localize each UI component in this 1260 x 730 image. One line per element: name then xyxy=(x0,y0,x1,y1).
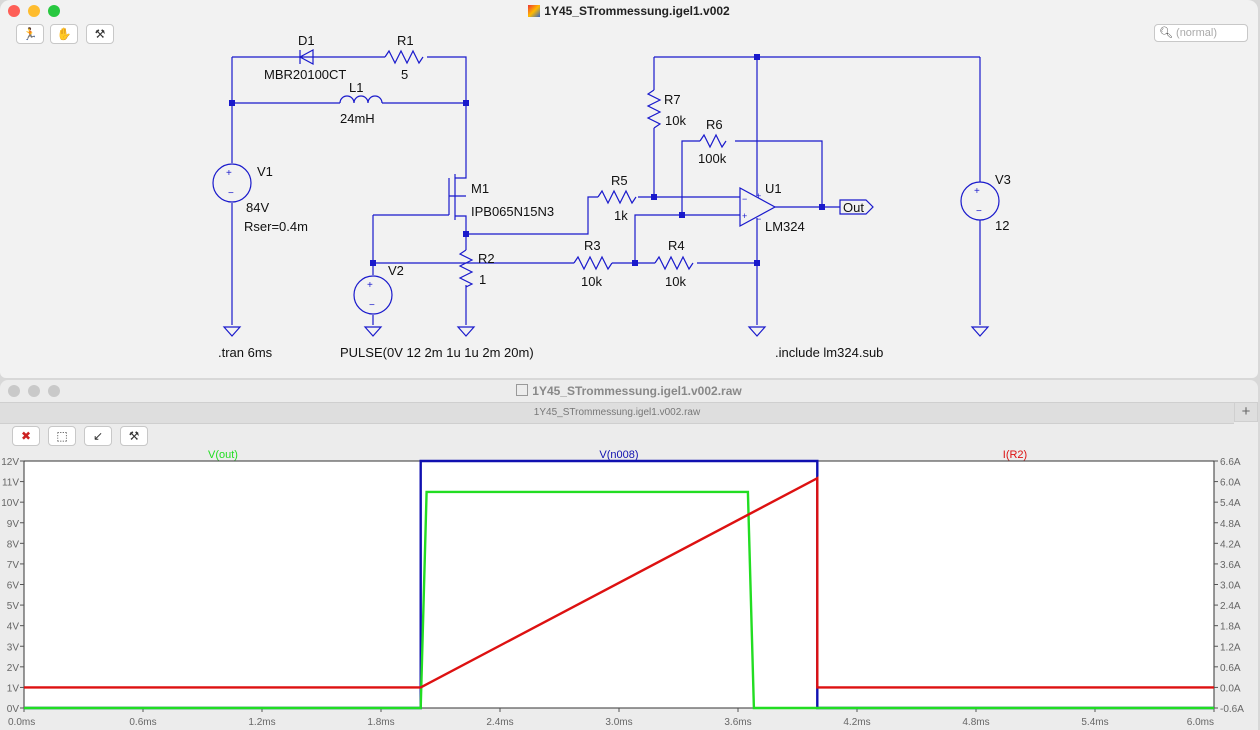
l1-value[interactable]: 24mH xyxy=(340,111,375,126)
v1-rser[interactable]: Rser=0.4m xyxy=(244,219,308,234)
y-left-tick-label: 12V xyxy=(1,457,19,468)
y-left-tick-label: 0V xyxy=(7,704,20,715)
r4-name[interactable]: R4 xyxy=(668,238,685,253)
r6-value[interactable]: 100k xyxy=(698,151,727,166)
y-left-tick-label: 6V xyxy=(7,581,20,592)
x-tick-label: 0.0ms xyxy=(8,717,35,728)
svg-text:−: − xyxy=(742,194,747,204)
x-tick-label: 2.4ms xyxy=(486,717,513,728)
y-left-tick-label: 7V xyxy=(7,560,20,571)
svg-text:−: − xyxy=(369,300,375,311)
x-tick-label: 1.8ms xyxy=(367,717,394,728)
v3-value[interactable]: 12 xyxy=(995,218,1009,233)
r2-value[interactable]: 1 xyxy=(479,272,486,287)
y-left-tick-label: 1V xyxy=(7,683,20,694)
y-left-tick-label: 8V xyxy=(7,539,20,550)
r1-value[interactable]: 5 xyxy=(401,67,408,82)
v3-name[interactable]: V3 xyxy=(995,172,1011,187)
y-left-tick-label: 3V xyxy=(7,642,20,653)
svg-text:+: + xyxy=(974,186,980,197)
x-tick-label: 1.2ms xyxy=(248,717,275,728)
v2-name[interactable]: V2 xyxy=(388,263,404,278)
y-right-tick-label: 1.8A xyxy=(1220,622,1241,633)
m1-name[interactable]: M1 xyxy=(471,181,489,196)
tran-directive[interactable]: .tran 6ms xyxy=(218,345,273,360)
y-left-tick-label: 10V xyxy=(1,498,19,509)
u1-name[interactable]: U1 xyxy=(765,181,782,196)
y-right-tick-label: 3.6A xyxy=(1220,560,1241,571)
y-right-tick-label: 4.8A xyxy=(1220,519,1241,530)
schematic-window: 1Y45_STrommessung.igel1.v002 🏃 ✋ ⚒ 🔍︎ (n… xyxy=(0,0,1258,378)
schematic-canvas[interactable]: +− +− +− +−+ − D1 MBR20100CT R1 5 L1 24mH… xyxy=(0,0,1258,378)
y-right-tick-label: 5.4A xyxy=(1220,498,1241,509)
x-tick-label: 3.0ms xyxy=(605,717,632,728)
legend-i-r2-[interactable]: I(R2) xyxy=(1003,449,1027,461)
y-right-tick-label: 6.0A xyxy=(1220,478,1241,489)
y-left-tick-label: 9V xyxy=(7,519,20,530)
r3-value[interactable]: 10k xyxy=(581,274,602,289)
svg-text:−: − xyxy=(976,206,982,217)
v1-value[interactable]: 84V xyxy=(246,200,269,215)
x-tick-label: 4.8ms xyxy=(962,717,989,728)
svg-text:−: − xyxy=(228,188,234,199)
waveform-plot[interactable]: V(out) V(n008) I(R2) 0.0ms 0.6ms 1.2ms 1.8ms 2… xyxy=(0,380,1260,730)
d1-value[interactable]: MBR20100CT xyxy=(264,67,346,82)
y-right-tick-label: 0.6A xyxy=(1220,663,1241,674)
r3-name[interactable]: R3 xyxy=(584,238,601,253)
waveform-window: 1Y45_STrommessung.igel1.v002.raw 1Y45_ST… xyxy=(0,380,1258,730)
r6-name[interactable]: R6 xyxy=(706,117,723,132)
r5-value[interactable]: 1k xyxy=(614,208,628,223)
r7-value[interactable]: 10k xyxy=(665,113,686,128)
x-tick-label: 4.2ms xyxy=(843,717,870,728)
r5-name[interactable]: R5 xyxy=(611,173,628,188)
y-right-tick-label: 1.2A xyxy=(1220,642,1241,653)
y-left-tick-label: 4V xyxy=(7,622,20,633)
x-tick-label: 6.0ms xyxy=(1187,717,1214,728)
x-tick-label: 5.4ms xyxy=(1081,717,1108,728)
y-left-tick-label: 11V xyxy=(2,478,19,489)
legend-v-n008-[interactable]: V(n008) xyxy=(599,449,638,461)
v1-name[interactable]: V1 xyxy=(257,164,273,179)
svg-text:−: − xyxy=(756,214,761,224)
u1-value[interactable]: LM324 xyxy=(765,219,805,234)
out-label[interactable]: Out xyxy=(843,200,864,215)
y-left-tick-label: 5V xyxy=(7,601,20,612)
r1-name[interactable]: R1 xyxy=(397,33,414,48)
d1-name[interactable]: D1 xyxy=(298,33,315,48)
y-right-tick-label: 6.6A xyxy=(1220,457,1241,468)
y-right-tick-label: -0.6A xyxy=(1220,704,1244,715)
x-tick-label: 0.6ms xyxy=(129,717,156,728)
r4-value[interactable]: 10k xyxy=(665,274,686,289)
x-tick-label: 3.6ms xyxy=(724,717,751,728)
l1-name[interactable]: L1 xyxy=(349,80,363,95)
y-right-tick-label: 2.4A xyxy=(1220,601,1241,612)
v2-value[interactable]: PULSE(0V 12 2m 1u 1u 2m 20m) xyxy=(340,345,534,360)
svg-text:+: + xyxy=(367,280,373,291)
r2-name[interactable]: R2 xyxy=(478,251,495,266)
y-right-tick-label: 3.0A xyxy=(1220,581,1241,592)
svg-text:+: + xyxy=(756,191,761,201)
y-right-tick-label: 4.2A xyxy=(1220,539,1241,550)
include-directive[interactable]: .include lm324.sub xyxy=(775,345,883,360)
r7-name[interactable]: R7 xyxy=(664,92,681,107)
legend-v-out-[interactable]: V(out) xyxy=(208,449,238,461)
svg-text:+: + xyxy=(742,211,747,221)
m1-value[interactable]: IPB065N15N3 xyxy=(471,204,554,219)
plot-area[interactable] xyxy=(23,460,1215,709)
svg-text:+: + xyxy=(226,168,232,179)
y-right-tick-label: 0.0A xyxy=(1220,683,1241,694)
y-left-tick-label: 2V xyxy=(7,663,20,674)
